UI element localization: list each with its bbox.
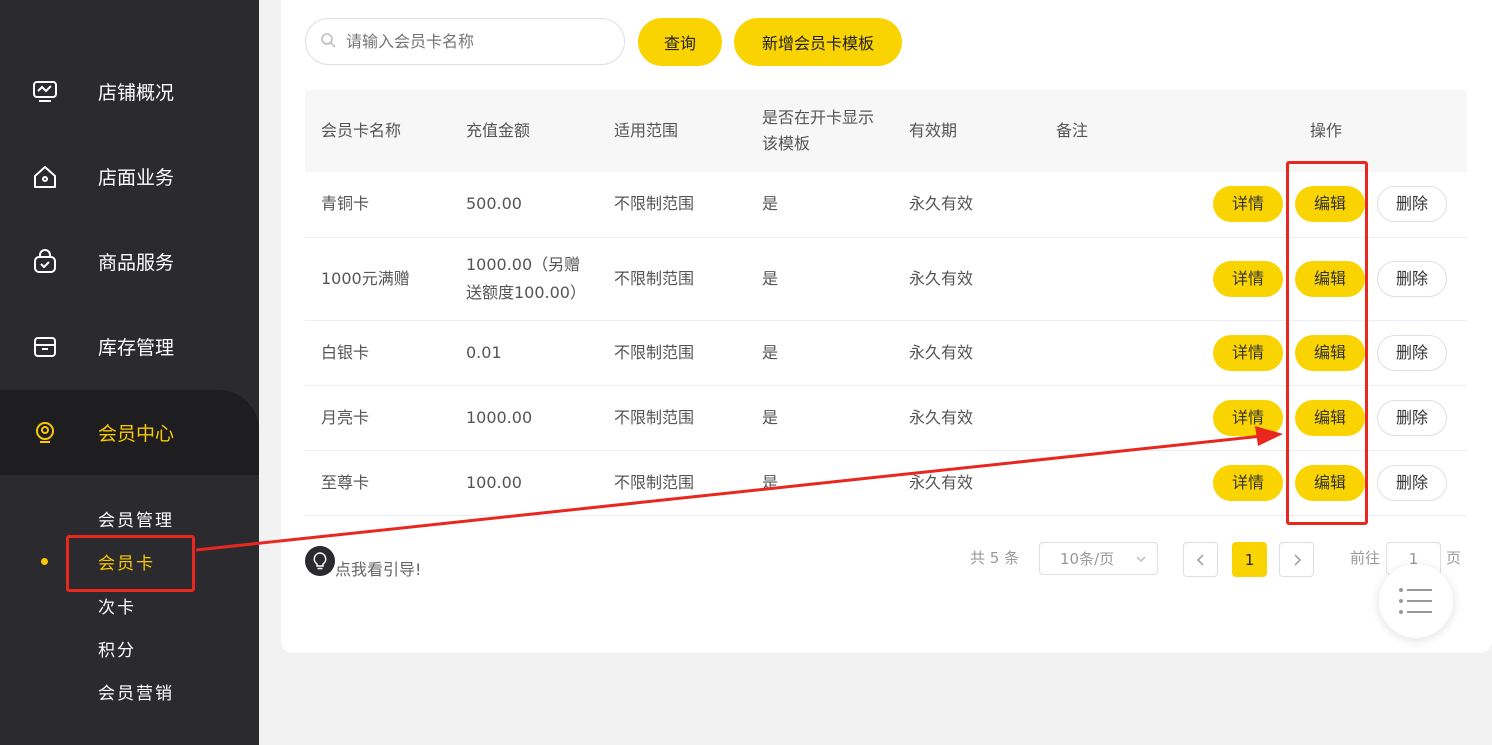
sidebar-item-label: 商品服务 bbox=[98, 252, 175, 274]
detail-button[interactable]: 详情 bbox=[1213, 464, 1283, 501]
monitor-icon bbox=[31, 78, 59, 106]
sidebar-item-label: 库存管理 bbox=[98, 337, 175, 359]
search-icon bbox=[320, 32, 336, 52]
annotation-box-edit-column bbox=[1286, 161, 1368, 525]
page-number-current[interactable]: 1 bbox=[1232, 542, 1267, 577]
sidebar-item-store-business[interactable]: 店面业务 bbox=[0, 134, 259, 219]
active-indicator-dot bbox=[41, 558, 48, 565]
sidebar: 店铺概况 店面业务 商品服务 库存管理 会员中心 会员管理 会员卡 次卡 积分 … bbox=[0, 0, 259, 745]
query-button[interactable]: 查询 bbox=[638, 18, 722, 66]
scope-cell: 不限制范围 bbox=[598, 385, 746, 451]
detail-button[interactable]: 详情 bbox=[1213, 399, 1283, 436]
lightbulb-icon bbox=[305, 546, 335, 576]
card-name-cell: 月亮卡 bbox=[305, 385, 450, 451]
submenu-item-member-marketing[interactable]: 会员营销 bbox=[98, 679, 174, 704]
scope-cell: 不限制范围 bbox=[598, 450, 746, 516]
sidebar-item-label: 会员中心 bbox=[98, 423, 175, 445]
show-cell: 是 bbox=[746, 385, 893, 451]
remark-cell bbox=[1040, 450, 1185, 516]
column-header: 适用范围 bbox=[598, 90, 746, 172]
menu-float-button[interactable] bbox=[1379, 564, 1453, 638]
column-header: 是否在开卡显示该模板 bbox=[746, 90, 893, 172]
member-icon bbox=[31, 419, 59, 447]
total-count: 共 5 条 bbox=[970, 549, 1020, 567]
search-input[interactable] bbox=[344, 31, 618, 52]
goto-suffix: 页 bbox=[1446, 549, 1462, 567]
archive-icon bbox=[31, 333, 59, 361]
delete-button[interactable]: 删除 bbox=[1377, 186, 1447, 223]
amount-cell: 1000.00（另赠送额度100.00） bbox=[450, 237, 598, 321]
show-cell: 是 bbox=[746, 320, 893, 386]
sidebar-item-label: 店面业务 bbox=[98, 167, 175, 189]
column-header: 会员卡名称 bbox=[305, 90, 450, 172]
validity-cell: 永久有效 bbox=[893, 172, 1040, 238]
column-header: 备注 bbox=[1040, 90, 1185, 172]
column-header: 有效期 bbox=[893, 90, 1040, 172]
column-header: 充值金额 bbox=[450, 90, 598, 172]
show-cell: 是 bbox=[746, 172, 893, 238]
delete-button[interactable]: 删除 bbox=[1377, 399, 1447, 436]
home-icon bbox=[31, 163, 59, 191]
remark-cell bbox=[1040, 237, 1185, 321]
guide-label: 点我看引导! bbox=[335, 560, 422, 579]
sidebar-item-inventory[interactable]: 库存管理 bbox=[0, 304, 259, 389]
amount-cell: 100.00 bbox=[450, 450, 598, 516]
detail-button[interactable]: 详情 bbox=[1213, 186, 1283, 223]
show-cell: 是 bbox=[746, 237, 893, 321]
bag-icon bbox=[31, 248, 59, 276]
prev-page-button[interactable] bbox=[1183, 542, 1218, 577]
delete-button[interactable]: 删除 bbox=[1377, 334, 1447, 371]
goto-prefix: 前往 bbox=[1350, 549, 1381, 567]
next-page-button[interactable] bbox=[1279, 542, 1314, 577]
submenu-item-times-card[interactable]: 次卡 bbox=[98, 593, 136, 618]
sidebar-item-store-overview[interactable]: 店铺概况 bbox=[0, 49, 259, 134]
chevron-right-icon bbox=[1293, 553, 1301, 566]
table-header-row: 会员卡名称 充值金额 适用范围 是否在开卡显示该模板 有效期 备注 操作 bbox=[305, 90, 1467, 172]
amount-cell: 500.00 bbox=[450, 172, 598, 238]
submenu-item-points[interactable]: 积分 bbox=[98, 636, 136, 661]
card-name-cell: 青铜卡 bbox=[305, 172, 450, 238]
amount-cell: 0.01 bbox=[450, 320, 598, 386]
amount-cell: 1000.00 bbox=[450, 385, 598, 451]
column-header: 操作 bbox=[1185, 90, 1467, 172]
submenu-item-member-management[interactable]: 会员管理 bbox=[98, 506, 174, 531]
remark-cell bbox=[1040, 385, 1185, 451]
page-size-value: 10条/页 bbox=[1060, 550, 1115, 568]
validity-cell: 永久有效 bbox=[893, 320, 1040, 386]
page-size-select[interactable]: 10条/页 bbox=[1039, 542, 1158, 575]
card-name-cell: 至尊卡 bbox=[305, 450, 450, 516]
scope-cell: 不限制范围 bbox=[598, 172, 746, 238]
show-cell: 是 bbox=[746, 450, 893, 516]
remark-cell bbox=[1040, 320, 1185, 386]
validity-cell: 永久有效 bbox=[893, 237, 1040, 321]
annotation-box-member-card bbox=[66, 535, 195, 592]
card-name-cell: 白银卡 bbox=[305, 320, 450, 386]
delete-button[interactable]: 删除 bbox=[1377, 260, 1447, 297]
card-name-cell: 1000元满赠 bbox=[305, 237, 450, 321]
remark-cell bbox=[1040, 172, 1185, 238]
sidebar-item-label: 店铺概况 bbox=[98, 82, 175, 104]
guide-link[interactable]: 点我看引导! bbox=[305, 542, 421, 580]
scope-cell: 不限制范围 bbox=[598, 320, 746, 386]
sidebar-item-member-center[interactable]: 会员中心 bbox=[0, 390, 259, 475]
detail-button[interactable]: 详情 bbox=[1213, 334, 1283, 371]
chevron-left-icon bbox=[1196, 553, 1204, 566]
sidebar-item-goods-service[interactable]: 商品服务 bbox=[0, 219, 259, 304]
validity-cell: 永久有效 bbox=[893, 385, 1040, 451]
detail-button[interactable]: 详情 bbox=[1213, 260, 1283, 297]
search-box[interactable] bbox=[305, 18, 625, 65]
scope-cell: 不限制范围 bbox=[598, 237, 746, 321]
add-card-template-button[interactable]: 新增会员卡模板 bbox=[734, 18, 902, 66]
validity-cell: 永久有效 bbox=[893, 450, 1040, 516]
chevron-down-icon bbox=[1135, 551, 1147, 569]
delete-button[interactable]: 删除 bbox=[1377, 464, 1447, 501]
list-icon bbox=[1399, 588, 1432, 614]
